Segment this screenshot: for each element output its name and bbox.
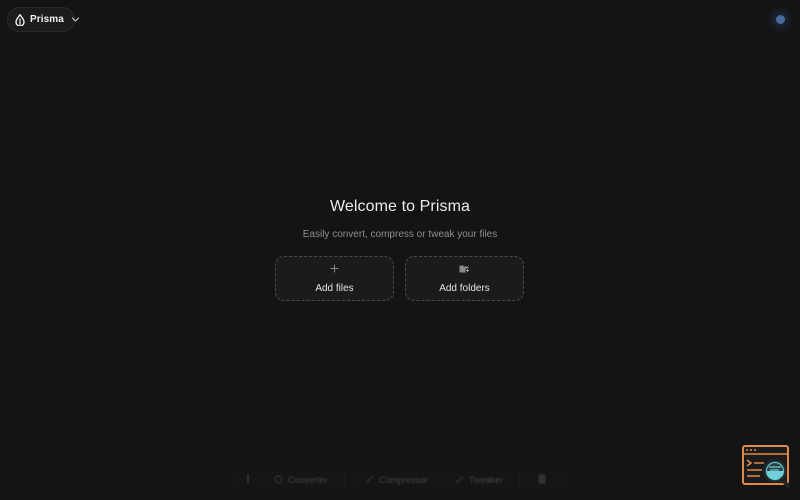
dock-extra-button[interactable] (536, 470, 548, 490)
add-files-label: Add files (315, 283, 354, 294)
droplet-icon (15, 13, 25, 26)
tab-compressor-label: Compressor (379, 475, 429, 485)
tab-converter[interactable]: Converter (274, 470, 344, 490)
dock-divider (344, 474, 345, 486)
app-window: Prisma Welcome to Prisma Easily convert,… (0, 0, 800, 500)
add-folders-button[interactable]: Add folders (405, 256, 524, 301)
folder-add-icon (406, 264, 523, 273)
dock-divider (519, 474, 520, 486)
inspector-widget-button[interactable] (742, 445, 790, 489)
chevron-down-icon (71, 15, 80, 24)
tab-compressor[interactable]: Compressor (365, 470, 445, 490)
tweak-icon (455, 475, 464, 486)
bottom-dock: Converter Compressor Tweaker (232, 466, 568, 494)
app-switcher-button[interactable]: Prisma (7, 7, 80, 32)
app-name: Prisma (30, 14, 64, 25)
compress-icon (365, 475, 374, 486)
plus-icon (276, 264, 393, 273)
page-subtitle: Easily convert, compress or tweak your f… (302, 229, 498, 240)
dock-menu-button[interactable] (242, 470, 254, 490)
tab-tweaker[interactable]: Tweaker (455, 470, 519, 490)
tab-converter-label: Converter (288, 475, 328, 485)
page-title: Welcome to Prisma (329, 198, 471, 215)
inspector-icon (742, 445, 790, 488)
tab-tweaker-label: Tweaker (469, 475, 504, 485)
add-folders-label: Add folders (439, 283, 490, 294)
add-files-button[interactable]: Add files (275, 256, 394, 301)
convert-icon (274, 475, 283, 486)
bookmark-icon (538, 474, 546, 486)
welcome-heading-wrap: Welcome to Prisma (0, 198, 800, 216)
menu-icon (246, 474, 250, 486)
status-indicator (776, 15, 785, 24)
